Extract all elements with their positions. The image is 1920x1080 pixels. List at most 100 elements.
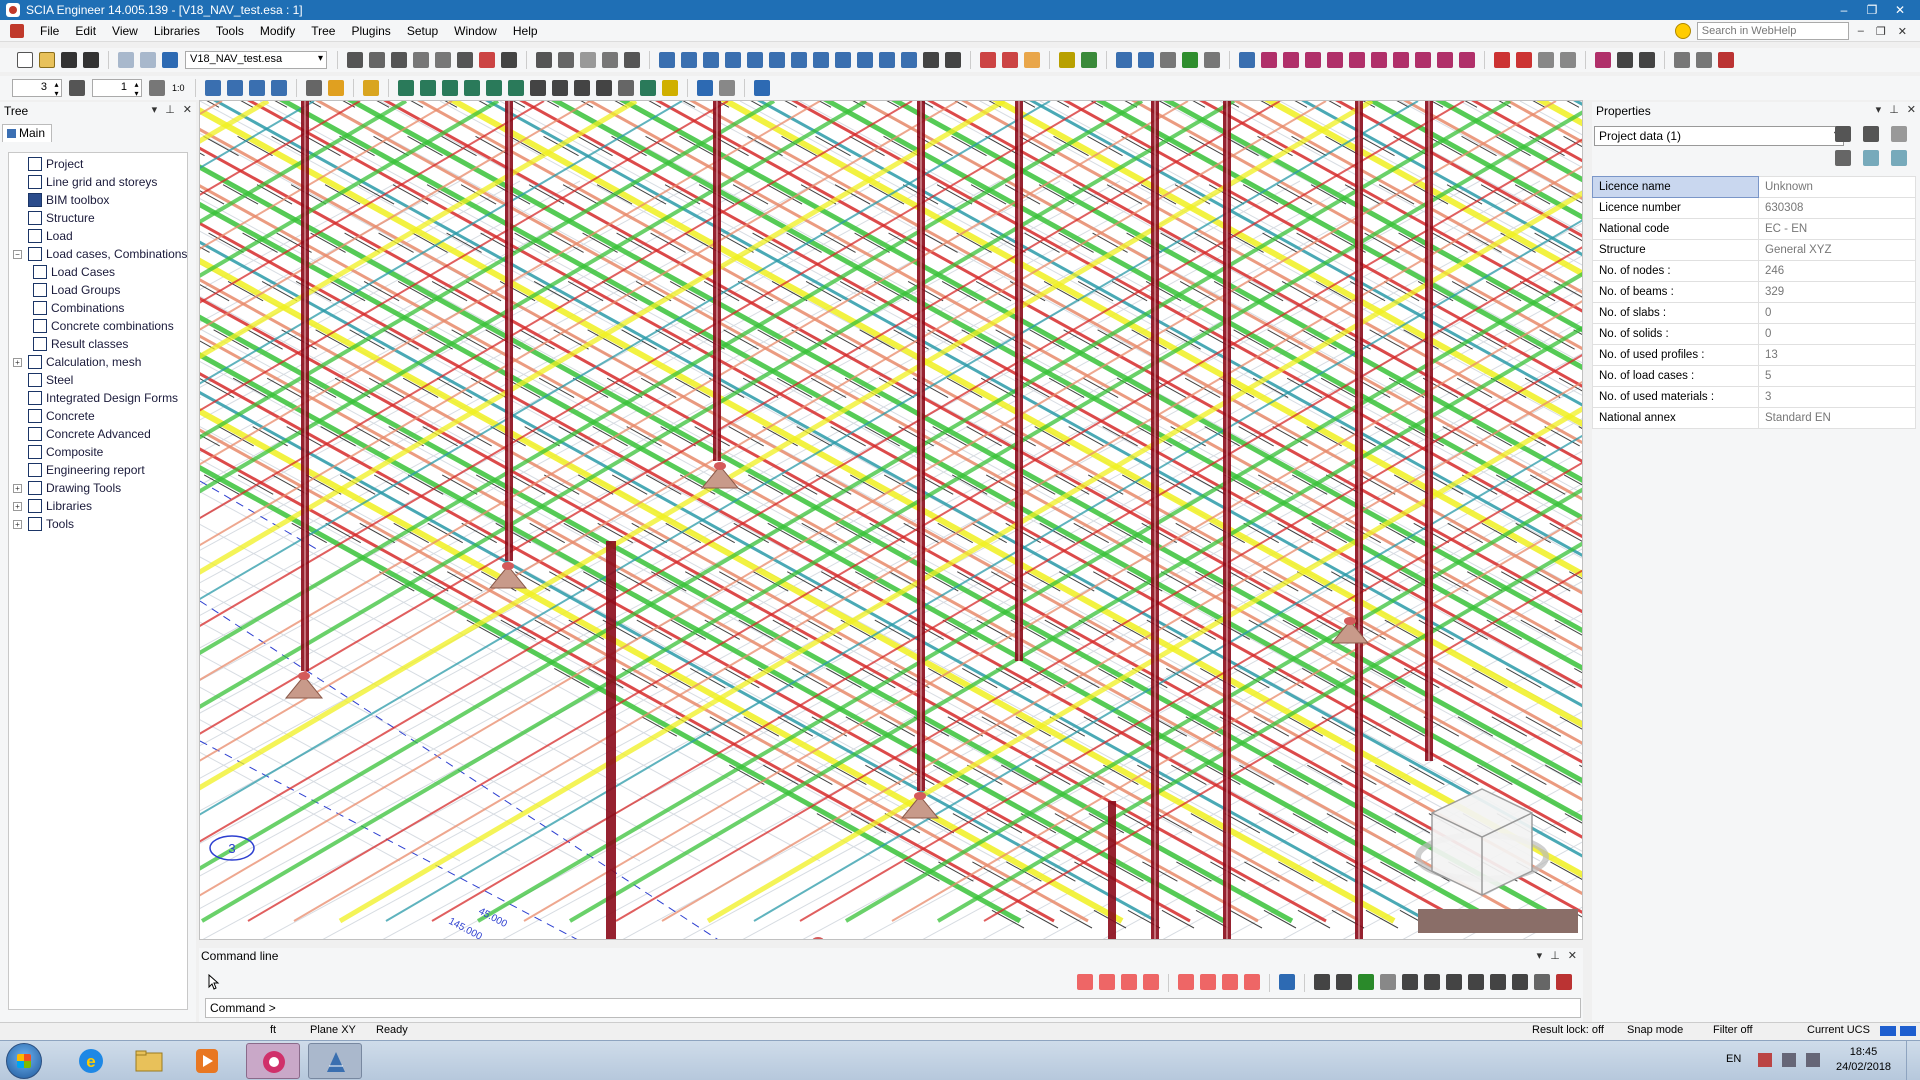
property-row[interactable]: No. of beams :329 (1592, 281, 1916, 303)
tree-item[interactable]: Concrete (13, 407, 95, 425)
load-icon[interactable] (1182, 52, 1198, 68)
snap-region-icon[interactable] (1468, 974, 1484, 990)
property-row[interactable]: No. of solids :0 (1592, 323, 1916, 345)
tree-item[interactable]: BIM toolbox (13, 191, 109, 209)
snap-nearest-icon[interactable] (1222, 974, 1238, 990)
select-nodes-icon[interactable] (1305, 52, 1321, 68)
brush-icon[interactable] (1024, 52, 1040, 68)
menu-setup[interactable]: Setup (399, 20, 446, 42)
info-icon[interactable] (1639, 52, 1655, 68)
scia-launcher-app-icon[interactable] (308, 1043, 362, 1079)
view-top-icon[interactable] (248, 80, 265, 96)
property-row[interactable]: Licence number 630308 (1592, 197, 1916, 219)
menu-help[interactable]: Help (505, 20, 546, 42)
menu-file[interactable]: File (32, 20, 67, 42)
support-icon[interactable] (1344, 617, 1356, 625)
view-parameters-icon[interactable] (696, 80, 713, 96)
project-selector[interactable]: V18_NAV_test.esa (185, 51, 327, 69)
pin-icon[interactable]: ⊥ (165, 103, 175, 116)
light-bulb-icon[interactable] (661, 80, 678, 96)
panel-close-icon[interactable]: ✕ (1568, 949, 1577, 962)
snap-point-icon[interactable] (1446, 974, 1462, 990)
webhelp-search-input[interactable]: Search in WebHelp (1696, 22, 1849, 40)
network-icon[interactable] (1782, 1053, 1796, 1067)
picture-gallery-icon[interactable] (558, 52, 574, 68)
properties-paste-icon[interactable] (1891, 150, 1907, 166)
snap-curve-icon[interactable] (1244, 974, 1260, 990)
property-row[interactable]: Structure General XYZ (1592, 239, 1916, 261)
window-icon[interactable] (162, 52, 178, 68)
zoom-in-icon[interactable] (529, 80, 546, 96)
cursor-select-icon[interactable] (207, 974, 221, 990)
snap-node-icon[interactable] (1336, 974, 1352, 990)
scale-tool-icon[interactable] (149, 80, 165, 96)
select-all-icon[interactable] (1239, 52, 1255, 68)
snap-table-icon[interactable] (1534, 974, 1550, 990)
clipping-box-icon[interactable] (362, 80, 379, 96)
property-row[interactable]: No. of used materials :3 (1592, 386, 1916, 408)
pin-icon[interactable]: ⊥ (1550, 949, 1560, 962)
zoom-all-icon[interactable] (595, 80, 612, 96)
glasses-icon[interactable] (1059, 52, 1075, 68)
menu-edit[interactable]: Edit (67, 20, 104, 42)
view-cube-toolbar[interactable] (1418, 909, 1578, 933)
property-row[interactable]: National code EC - EN (1592, 218, 1916, 240)
support-icon[interactable] (502, 562, 514, 570)
snap-grid-icon[interactable] (923, 52, 939, 68)
menu-window[interactable]: Window (446, 20, 505, 42)
snap-end-icon[interactable] (1077, 974, 1093, 990)
extend-icon[interactable] (725, 52, 741, 68)
tree-item[interactable]: Engineering report (13, 461, 145, 479)
view-side-icon[interactable] (226, 80, 243, 96)
zoom-previous-icon[interactable] (617, 80, 634, 96)
property-row[interactable]: No. of nodes :246 (1592, 260, 1916, 282)
snap-settings-icon[interactable] (1279, 974, 1295, 990)
volume-icon[interactable] (1806, 1053, 1820, 1067)
panel-close-icon[interactable] (1718, 52, 1734, 68)
properties-edit-icon[interactable] (1891, 126, 1907, 142)
pin-icon[interactable]: ⊥ (1889, 103, 1899, 116)
media-player-app-icon[interactable] (180, 1043, 234, 1079)
report-icon[interactable] (479, 52, 495, 68)
properties-object-selector[interactable]: Project data (1) (1594, 126, 1844, 146)
split-icon[interactable] (703, 52, 719, 68)
snap-line-icon[interactable] (1424, 974, 1440, 990)
tree-item[interactable]: Concrete Advanced (13, 425, 151, 443)
layers-icon[interactable] (369, 52, 385, 68)
snap-clear-icon[interactable] (1556, 974, 1572, 990)
erase-icon[interactable] (1516, 52, 1532, 68)
new-file-icon[interactable] (17, 52, 33, 68)
tree-item[interactable]: − Load cases, Combinations (13, 245, 187, 263)
browser-app-icon[interactable]: e (64, 1043, 118, 1079)
panel-dropdown-icon[interactable]: ▾ (1876, 103, 1882, 116)
tree-expander-icon[interactable]: + (13, 357, 22, 367)
beam-line[interactable] (200, 101, 1259, 923)
pan-icon[interactable] (397, 80, 414, 96)
support-icon[interactable] (298, 672, 310, 680)
tree-item[interactable]: Project (13, 155, 83, 173)
tree-item[interactable]: Structure (13, 209, 95, 227)
property-row[interactable]: No. of slabs :0 (1592, 302, 1916, 324)
tree-item[interactable]: Integrated Design Forms (13, 389, 178, 407)
status-ucs[interactable]: Current UCS (1807, 1024, 1870, 1036)
copy-tool-icon[interactable] (435, 52, 451, 68)
properties-select-icon[interactable] (1835, 126, 1851, 142)
open-file-icon[interactable] (39, 52, 55, 68)
supports-icon[interactable] (1160, 52, 1176, 68)
zoom-selection-icon[interactable] (1617, 52, 1633, 68)
support-icon[interactable] (812, 937, 824, 940)
save-icon[interactable] (61, 52, 77, 68)
select-filter-icon[interactable] (1393, 52, 1409, 68)
show-desktop-button[interactable] (1906, 1041, 1916, 1080)
tree-expander-icon[interactable]: + (13, 519, 22, 529)
feedback-smiley-icon[interactable] (1674, 23, 1691, 39)
look-icon[interactable] (507, 80, 524, 96)
lasso-icon[interactable] (1002, 52, 1018, 68)
snap-mid-icon[interactable] (1099, 974, 1115, 990)
redo-icon[interactable] (140, 52, 156, 68)
dimension-icon[interactable] (945, 52, 961, 68)
target-icon[interactable] (457, 52, 473, 68)
render-icon[interactable] (305, 80, 322, 96)
connect-members-icon[interactable] (659, 52, 675, 68)
action-center-icon[interactable] (1758, 1053, 1772, 1067)
